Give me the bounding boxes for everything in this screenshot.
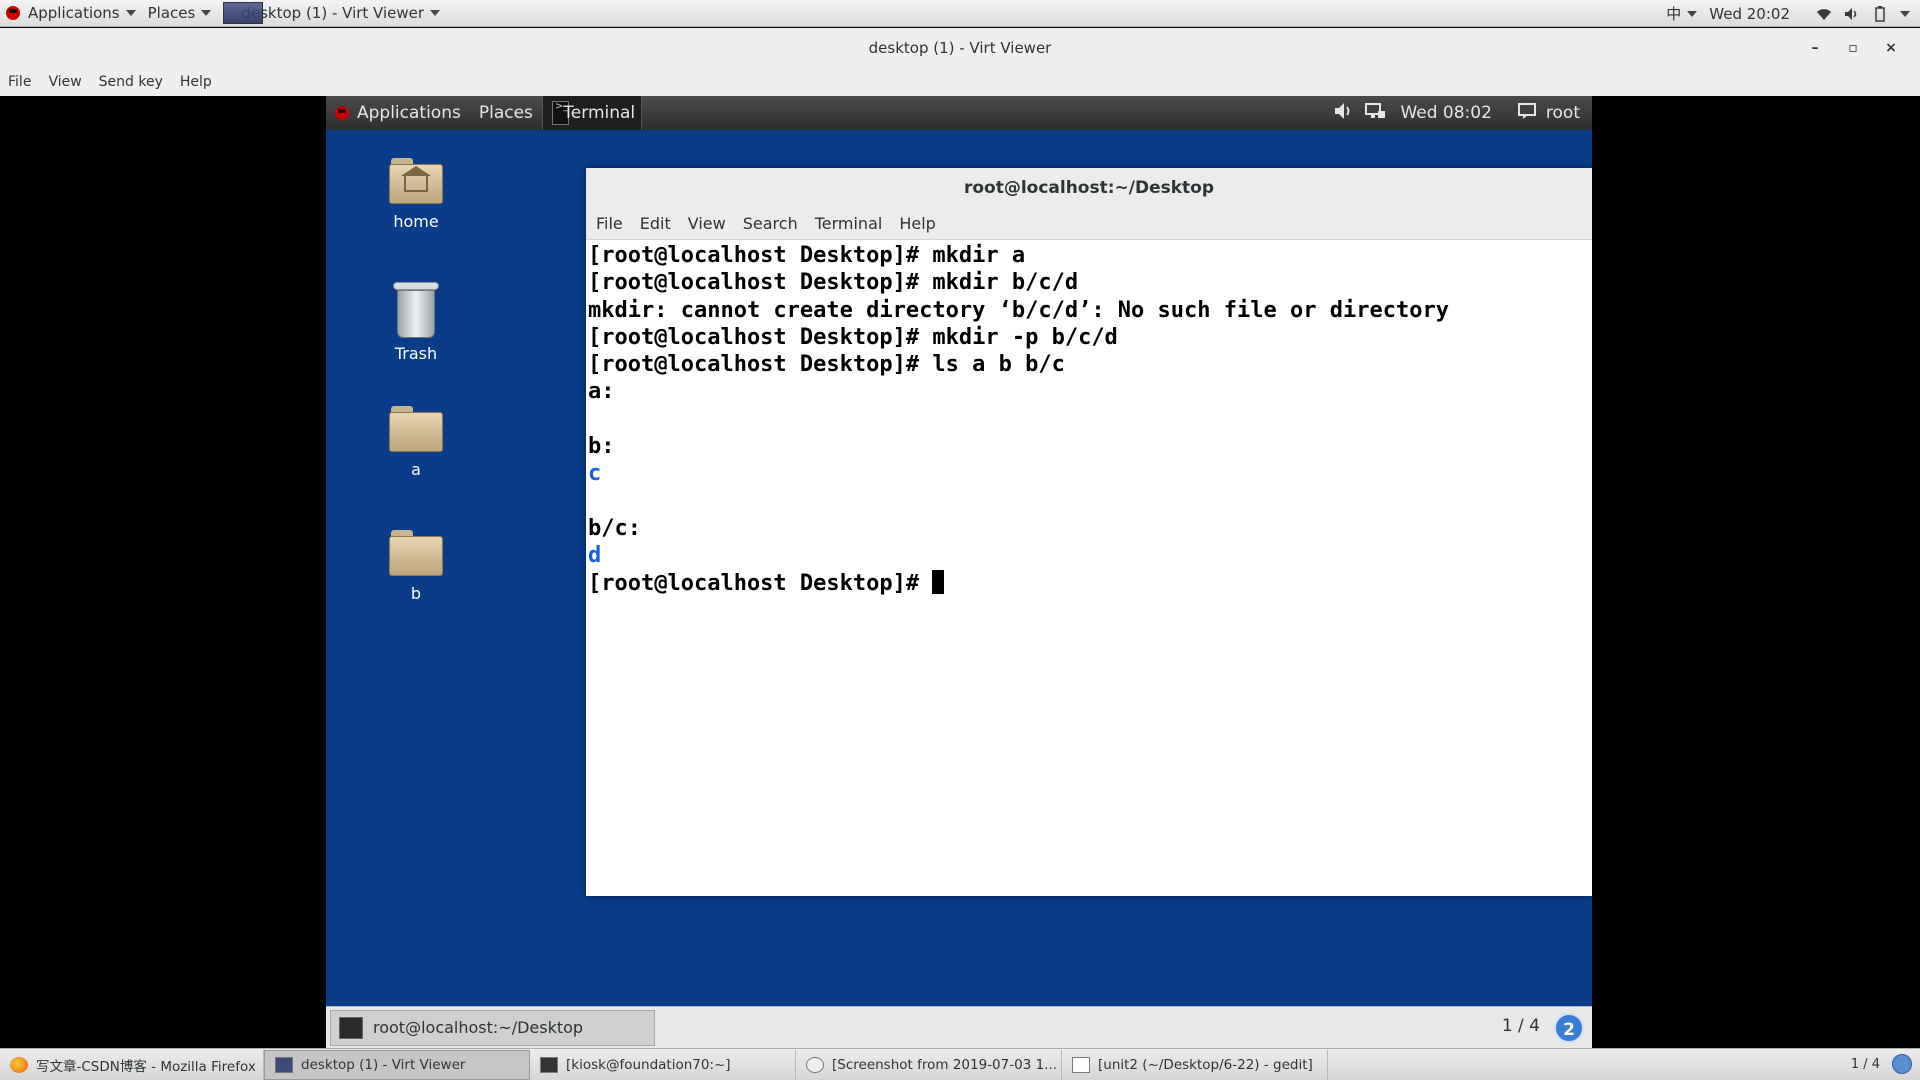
host-taskbar: 写文章-CSDN博客 - Mozilla Firefox desktop (1)… [0, 1048, 1920, 1080]
redhat-logo-icon [6, 6, 20, 20]
menu-help[interactable]: Help [180, 74, 212, 90]
text-editor-icon [1072, 1056, 1090, 1073]
user-icon [1517, 102, 1536, 124]
terminal-prompt-line: [root@localhost Desktop]# [588, 569, 1590, 597]
terminal-menu-terminal[interactable]: Terminal [815, 214, 883, 233]
guest-task-terminal[interactable]: root@localhost:~/Desktop [330, 1009, 655, 1046]
volume-icon[interactable] [1841, 5, 1863, 23]
maximize-button[interactable]: ▫ [1834, 28, 1872, 68]
terminal-menu-search[interactable]: Search [743, 214, 798, 233]
terminal-line: mkdir: cannot create directory ‘b/c/d’: … [588, 297, 1449, 323]
taskbar-item-screenshot[interactable]: [Screenshot from 2019-07-03 1... [796, 1049, 1062, 1080]
input-method-indicator[interactable]: 中 [1660, 0, 1703, 27]
menu-view[interactable]: View [48, 74, 81, 90]
guest-display[interactable]: Applications Places >_ Terminal Wed 08:0… [326, 96, 1592, 1048]
caret-down-icon [430, 10, 441, 16]
guest-user-menu[interactable]: root [1546, 103, 1580, 123]
terminal-line: [root@localhost Desktop]# ls a b b/c [588, 352, 1065, 378]
system-menu-caret-icon[interactable] [1900, 10, 1910, 17]
guest-places-menu[interactable]: Places [470, 96, 542, 130]
workspace-switcher-icon[interactable] [1892, 1054, 1912, 1074]
close-button[interactable]: × [1872, 28, 1910, 68]
caret-down-icon [1687, 10, 1698, 17]
virt-viewer-icon [223, 2, 264, 24]
workspace-pager[interactable]: 1 / 4 [1502, 1016, 1540, 1036]
terminal-line: a: [588, 379, 615, 405]
terminal-window[interactable]: root@localhost:~/Desktop File Edit View … [586, 168, 1592, 896]
menu-send-key[interactable]: Send key [99, 74, 163, 90]
terminal-menu-help[interactable]: Help [899, 214, 935, 233]
terminal-menu-view[interactable]: View [688, 214, 726, 233]
menu-file[interactable]: File [8, 74, 31, 90]
terminal-line: [root@localhost Desktop]# mkdir -p b/c/d [588, 324, 1118, 350]
redhat-logo-icon [335, 106, 349, 120]
taskbar-item-gedit[interactable]: [unit2 (~/Desktop/6-22) - gedit] [1062, 1049, 1328, 1080]
terminal-line: [root@localhost Desktop]# mkdir b/c/d [588, 270, 1079, 296]
folder-icon [389, 406, 443, 452]
terminal-line-directory: d [588, 543, 602, 569]
terminal-prompt: [root@localhost Desktop]# [588, 570, 933, 596]
host-window-menu[interactable]: desktop (1) - Virt Viewer [217, 0, 446, 27]
desktop-icon-b[interactable]: b [366, 530, 466, 603]
host-places-menu[interactable]: Places [142, 0, 218, 27]
window-title: desktop (1) - Virt Viewer [868, 39, 1052, 57]
taskbar-item-virt-viewer[interactable]: desktop (1) - Virt Viewer [264, 1049, 530, 1080]
volume-icon[interactable] [1334, 102, 1354, 125]
terminal-line: [root@localhost Desktop]# mkdir a [588, 243, 1026, 268]
help-badge[interactable]: 2 [1554, 1013, 1584, 1043]
desktop-icon-trash[interactable]: Trash [366, 282, 466, 363]
image-viewer-icon [806, 1056, 824, 1073]
network-wired-icon[interactable] [1364, 102, 1386, 125]
window-titlebar[interactable]: desktop (1) - Virt Viewer – ▫ × [0, 28, 1920, 68]
trash-icon [393, 282, 439, 338]
terminal-line: b: [588, 434, 615, 460]
guest-clock[interactable]: Wed 08:02 [1400, 103, 1491, 123]
caret-down-icon [125, 10, 136, 16]
firefox-icon [10, 1056, 28, 1073]
host-applications-menu[interactable]: Applications [0, 0, 142, 27]
guest-applications-menu[interactable]: Applications [326, 96, 470, 130]
text-cursor [932, 569, 945, 594]
terminal-line: b/c: [588, 515, 641, 541]
folder-icon [389, 530, 443, 576]
desktop-icon-a[interactable]: a [366, 406, 466, 479]
guest-bottom-panel: root@localhost:~/Desktop 1 / 4 2 [326, 1006, 1592, 1048]
guest-terminal-app-menu[interactable]: >_ Terminal [541, 96, 642, 130]
caret-down-icon [201, 10, 212, 16]
wifi-icon[interactable] [1813, 5, 1835, 23]
terminal-line-directory: c [588, 461, 602, 487]
virt-viewer-menubar: File View Send key Help [0, 68, 1920, 96]
terminal-icon [339, 1016, 363, 1039]
desktop-icon-home[interactable]: home [366, 158, 466, 231]
minimize-button[interactable]: – [1796, 28, 1834, 68]
terminal-menu-file[interactable]: File [596, 214, 623, 233]
terminal-menubar: File Edit View Search Terminal Help [586, 208, 1592, 240]
host-clock[interactable]: Wed 20:02 [1703, 0, 1796, 27]
terminal-output[interactable]: [root@localhost Desktop]# mkdir a [root@… [586, 240, 1592, 599]
guest-top-panel: Applications Places >_ Terminal Wed 08:0… [326, 96, 1592, 130]
home-folder-icon [389, 158, 443, 204]
host-workspace-pager[interactable]: 1 / 4 [1851, 1057, 1880, 1072]
battery-icon[interactable] [1869, 5, 1891, 23]
terminal-icon [540, 1056, 558, 1073]
terminal-menu-edit[interactable]: Edit [640, 214, 671, 233]
host-top-panel: Applications Places desktop (1) - Virt V… [0, 0, 1920, 27]
terminal-titlebar[interactable]: root@localhost:~/Desktop [586, 168, 1592, 208]
taskbar-item-firefox[interactable]: 写文章-CSDN博客 - Mozilla Firefox [0, 1049, 264, 1080]
taskbar-item-terminal[interactable]: [kiosk@foundation70:~] [530, 1049, 796, 1080]
virt-viewer-icon [275, 1056, 293, 1073]
